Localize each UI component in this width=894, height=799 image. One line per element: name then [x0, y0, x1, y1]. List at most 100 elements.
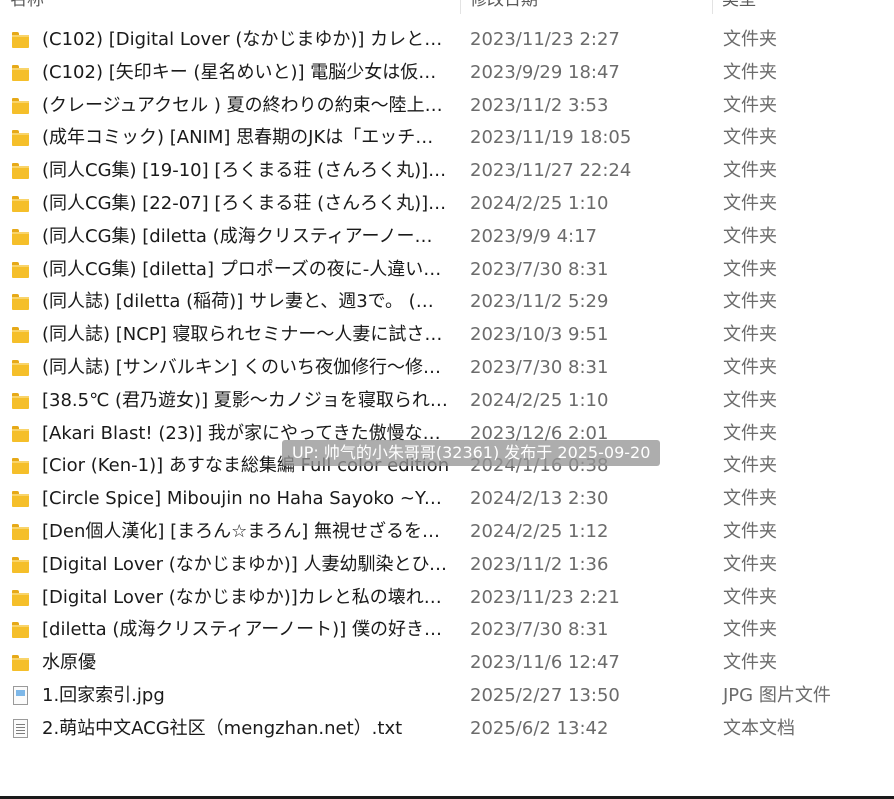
file-name: [Circle Spice] Miboujin no Haha Sayoko ~… [42, 488, 450, 510]
folder-icon [12, 392, 29, 409]
file-type: 文件夹 [723, 652, 777, 674]
file-name: [38.5℃ (君乃遊女)] 夏影～カノジョを寝取られた夏～ [42, 389, 450, 411]
file-date-modified: 2024/2/25 1:10 [470, 192, 609, 214]
column-header: 名称 修改日期 类型 [0, 0, 894, 14]
file-type: 文件夹 [723, 389, 777, 411]
file-row[interactable]: (C102) [矢印キー (星名めいと)] 電脳少女は仮想空間で夢を見る 2023… [0, 57, 894, 90]
file-type: 文件夹 [723, 356, 777, 378]
file-row[interactable]: (同人CG集) [diletta] プロポーズの夜に-人違いの恋人 2023/7/… [0, 254, 894, 287]
folder-icon [12, 195, 29, 212]
folder-icon [12, 359, 29, 376]
file-name: (同人CG集) [diletta (成海クリスティアーノート)] 僕の好きな人 [42, 225, 450, 247]
file-type: 文件夹 [723, 586, 777, 608]
file-date-modified: 2025/6/2 13:42 [470, 717, 609, 739]
file-name: (同人誌) [サンバルキン] くのいち夜伽修行～修羅の章～ [42, 356, 450, 378]
folder-icon [12, 589, 29, 606]
file-explorer-window: 名称 修改日期 类型 (C102) [Digital Lover (なかじまゆか… [0, 0, 894, 799]
file-type: 文件夹 [723, 422, 777, 444]
file-name: (同人誌) [diletta (稲荷)] サレ妻と、週3で。 (オリジナル) [42, 291, 450, 313]
file-type: 文件夹 [723, 553, 777, 575]
folder-icon [12, 458, 29, 475]
file-date-modified: 2024/2/25 1:12 [470, 520, 609, 542]
file-row[interactable]: [Circle Spice] Miboujin no Haha Sayoko ~… [0, 483, 894, 516]
file-row[interactable]: 2.萌站中文ACG社区（mengzhan.net）.txt 2025/6/2 13… [0, 713, 894, 746]
file-type: 文件夹 [723, 455, 777, 477]
folder-icon [12, 491, 29, 508]
folder-icon [12, 32, 29, 48]
file-date-modified: 2023/11/23 2:27 [470, 29, 620, 50]
file-date-modified: 2023/10/3 9:51 [470, 324, 609, 346]
file-row[interactable]: (クレージュアクセル ) 夏の終わりの約束～陸上部の彼女～ 2023/11/2 3… [0, 90, 894, 123]
folder-icon [12, 163, 29, 180]
file-list: (C102) [Digital Lover (なかじまゆか)] カレと私の壊れた… [0, 24, 894, 746]
file-type: 文件夹 [723, 225, 777, 247]
file-row[interactable]: [38.5℃ (君乃遊女)] 夏影～カノジョを寝取られた夏～ 2024/2/25 … [0, 385, 894, 418]
column-header-date-modified[interactable]: 修改日期 [470, 0, 538, 14]
folder-icon [12, 622, 29, 639]
file-row[interactable]: 水原優 2023/11/6 12:47 文件夹 [0, 647, 894, 680]
file-type: 文件夹 [723, 29, 777, 50]
folder-icon [12, 64, 29, 81]
file-row[interactable]: (同人CG集) [diletta (成海クリスティアーノート)] 僕の好きな人 2… [0, 221, 894, 254]
file-row[interactable]: (成年コミック) [ANIM] 思春期のJKは「エッチ」を学ぶ 2023/11/1… [0, 122, 894, 155]
file-date-modified: 2023/7/30 8:31 [470, 258, 609, 280]
file-row[interactable]: (C102) [Digital Lover (なかじまゆか)] カレと私の壊れた… [0, 24, 894, 57]
file-row[interactable]: [diletta (成海クリスティアーノート)] 僕の好きな人 2023/7/30… [0, 614, 894, 647]
file-name: [Digital Lover (なかじまゆか)] 人妻幼馴染とひと夏の [42, 553, 450, 575]
file-type: JPG 图片文件 [723, 684, 831, 706]
file-date-modified: 2023/11/6 12:47 [470, 652, 620, 674]
file-date-modified: 2023/9/29 18:47 [470, 61, 620, 83]
uploader-watermark: UP: 帅气的小朱哥哥(32361) 发布于 2025-09-20 [282, 440, 661, 466]
file-date-modified: 2023/7/30 8:31 [470, 356, 609, 378]
file-name: (成年コミック) [ANIM] 思春期のJKは「エッチ」を学ぶ [42, 127, 450, 149]
file-row[interactable]: [Den個人漢化] [まろん☆まろん] 無視せざるをえない 2024/2/25 1… [0, 516, 894, 549]
file-name: (C102) [矢印キー (星名めいと)] 電脳少女は仮想空間で夢を見る [42, 61, 450, 83]
file-date-modified: 2023/11/23 2:21 [470, 586, 620, 608]
folder-icon [12, 97, 29, 114]
file-name: 2.萌站中文ACG社区（mengzhan.net）.txt [42, 717, 403, 739]
file-date-modified: 2025/2/27 13:50 [470, 684, 620, 706]
file-date-modified: 2023/11/2 5:29 [470, 291, 609, 313]
folder-icon [12, 261, 29, 278]
text-file-icon [13, 718, 28, 738]
file-date-modified: 2024/2/25 1:10 [470, 389, 609, 411]
file-row[interactable]: (同人誌) [NCP] 寝取られセミナー～人妻に試される夜～ 2023/10/3 … [0, 319, 894, 352]
folder-icon [12, 294, 29, 311]
file-type: 文件夹 [723, 520, 777, 542]
file-type: 文件夹 [723, 61, 777, 83]
column-divider[interactable] [460, 0, 461, 14]
folder-icon [12, 556, 29, 573]
file-type: 文本文档 [723, 717, 795, 739]
file-row[interactable]: 1.回家索引.jpg 2025/2/27 13:50 JPG 图片文件 [0, 680, 894, 713]
folder-icon [12, 130, 29, 147]
file-type: 文件夹 [723, 127, 777, 149]
file-row[interactable]: (同人CG集) [22-07] [ろくまる荘 (さんろく丸)] 夏の日の記憶 20… [0, 188, 894, 221]
file-row[interactable]: [Digital Lover (なかじまゆか)] 人妻幼馴染とひと夏の 2023/… [0, 549, 894, 582]
file-row[interactable]: (同人CG集) [19-10] [ろくまる荘 (さんろく丸)] 雪の日の記憶 20… [0, 155, 894, 188]
file-type: 文件夹 [723, 258, 777, 280]
file-date-modified: 2023/9/9 4:17 [470, 225, 597, 247]
file-date-modified: 2023/11/2 3:53 [470, 94, 609, 116]
folder-icon [12, 327, 29, 344]
file-type: 文件夹 [723, 160, 777, 182]
file-row[interactable]: (同人誌) [diletta (稲荷)] サレ妻と、週3で。 (オリジナル) 20… [0, 286, 894, 319]
file-type: 文件夹 [723, 192, 777, 214]
file-name: (同人誌) [NCP] 寝取られセミナー～人妻に試される夜～ [42, 324, 450, 346]
file-name: 1.回家索引.jpg [42, 684, 165, 706]
file-name: 水原優 [42, 652, 96, 674]
file-name: [Den個人漢化] [まろん☆まろん] 無視せざるをえない [42, 520, 450, 542]
file-date-modified: 2023/11/27 22:24 [470, 160, 632, 182]
file-row[interactable]: (同人誌) [サンバルキン] くのいち夜伽修行～修羅の章～ 2023/7/30 8… [0, 352, 894, 385]
file-row[interactable]: [Digital Lover (なかじまゆか)]カレと私の壊れた日常 2023/1… [0, 582, 894, 615]
column-header-name[interactable]: 名称 [10, 0, 44, 14]
file-date-modified: 2023/7/30 8:31 [470, 619, 609, 641]
file-type: 文件夹 [723, 488, 777, 510]
column-header-type[interactable]: 类型 [722, 0, 756, 14]
file-type: 文件夹 [723, 324, 777, 346]
file-name: (C102) [Digital Lover (なかじまゆか)] カレと私の壊れた… [42, 29, 450, 50]
folder-icon [12, 425, 29, 442]
column-divider[interactable] [712, 0, 713, 14]
folder-icon [12, 523, 29, 540]
file-date-modified: 2023/11/2 1:36 [470, 553, 609, 575]
folder-icon [12, 655, 29, 672]
